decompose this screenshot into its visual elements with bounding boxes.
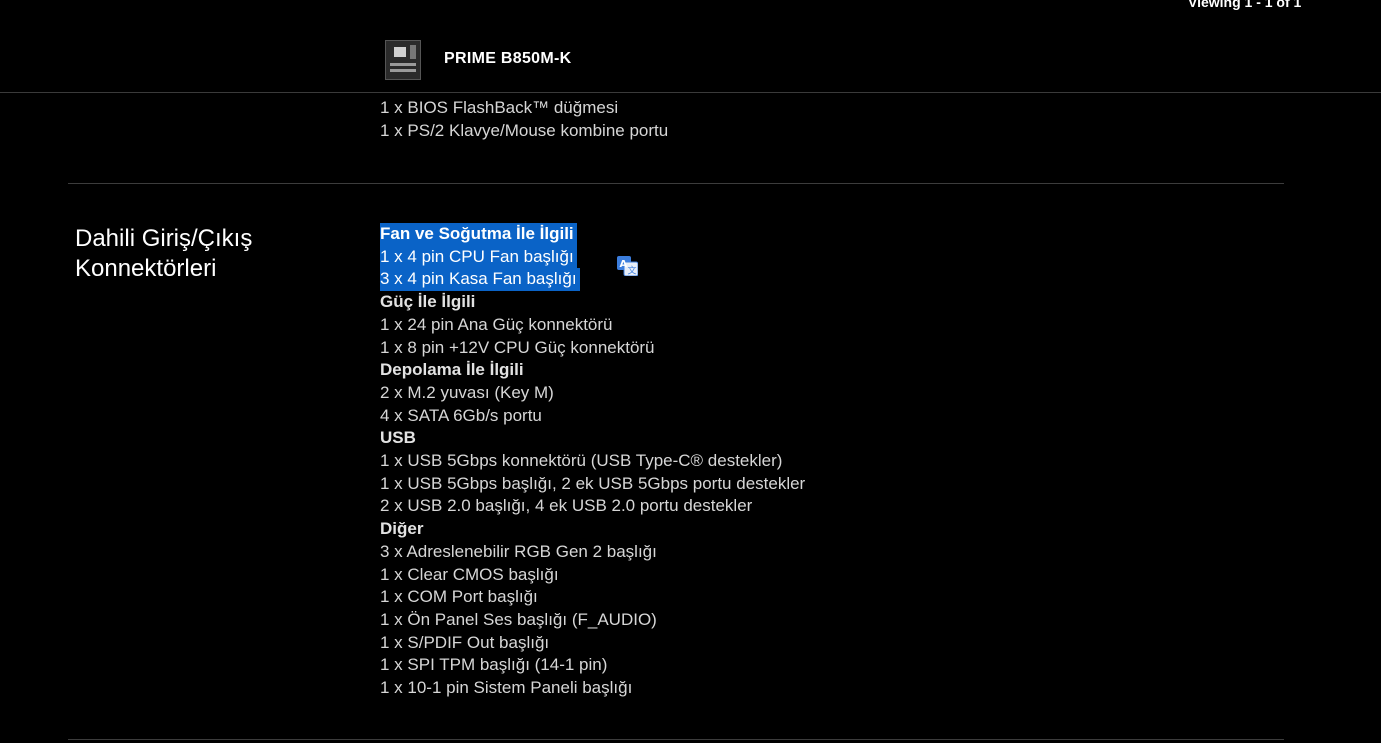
spec-item: 3 x Adreslenebilir RGB Gen 2 başlığı <box>380 541 805 564</box>
spec-item-text: 1 x Clear CMOS başlığı <box>380 564 559 584</box>
list-item: 1 x PS/2 Klavye/Mouse kombine portu <box>380 120 669 140</box>
translate-icon[interactable]: A 文 <box>617 256 639 277</box>
spec-item-text: 2 x M.2 yuvası (Key M) <box>380 382 554 402</box>
spec-item: 1 x SPI TPM başlığı (14-1 pin) <box>380 654 805 677</box>
spec-item-text: 1 x USB 5Gbps başlığı, 2 ek USB 5Gbps po… <box>380 473 806 493</box>
spec-item-text: 1 x USB 5Gbps konnektörü (USB Type-C® de… <box>380 451 783 471</box>
spec-item-text: 1 x COM Port başlığı <box>380 587 538 607</box>
spec-item: 1 x 10-1 pin Sistem Paneli başlığı <box>380 677 805 700</box>
spec-item-text: 1 x Ön Panel Ses başlığı (F_AUDIO) <box>380 609 657 629</box>
spec-item-text: 1 x 24 pin Ana Güç konnektörü <box>380 314 613 334</box>
spec-item-text: 4 x SATA 6Gb/s portu <box>380 405 542 425</box>
section-title-line-1: Dahili Giriş/Çıkış <box>75 225 253 252</box>
list-item: 1 x BIOS FlashBack™ düğmesi <box>380 98 619 117</box>
section-divider <box>68 183 1284 184</box>
spec-item: 1 x Ön Panel Ses başlığı (F_AUDIO) <box>380 609 805 632</box>
spec-item: 1 x USB 5Gbps konnektörü (USB Type-C® de… <box>380 450 805 473</box>
spec-group-heading-text: Diğer <box>380 519 424 539</box>
spec-group-heading: Fan ve Soğutma İle İlgili <box>380 223 805 246</box>
spec-item: 1 x 8 pin +12V CPU Güç konnektörü <box>380 337 805 360</box>
spec-item-text: 1 x 4 pin CPU Fan başlığı <box>380 245 577 269</box>
spec-item-text: 1 x SPI TPM başlığı (14-1 pin) <box>380 655 608 675</box>
section-title-line-2: Konnektörleri <box>75 255 217 282</box>
motherboard-thumbnail[interactable] <box>385 40 421 80</box>
spec-item-text: 1 x S/PDIF Out başlığı <box>380 632 550 652</box>
svg-text:文: 文 <box>628 265 637 277</box>
sticky-product-header: Viewing 1 - 1 of 1 PRIME B850M-K <box>0 0 1381 93</box>
section-divider-bottom <box>68 739 1284 740</box>
viewing-count: Viewing 1 - 1 of 1 <box>1188 0 1302 10</box>
spec-list: Fan ve Soğutma İle İlgili 1 x 4 pin CPU F… <box>380 223 805 700</box>
spec-group-heading-text: Güç İle İlgili <box>380 292 476 312</box>
spec-item: 1 x Clear CMOS başlığı <box>380 564 805 587</box>
spec-item: 2 x M.2 yuvası (Key M) <box>380 382 805 405</box>
spec-item-text: 1 x 10-1 pin Sistem Paneli başlığı <box>380 678 633 698</box>
previous-section-list: 1 x BIOS FlashBack™ düğmesi 1 x PS/2 Kla… <box>380 97 668 142</box>
spec-group-heading: USB <box>380 427 805 450</box>
spec-group-heading: Diğer <box>380 518 805 541</box>
spec-group-heading-text: Depolama İle İlgili <box>380 360 524 380</box>
spec-group-heading-text: Fan ve Soğutma İle İlgili <box>380 223 577 246</box>
spec-item: 1 x COM Port başlığı <box>380 586 805 609</box>
spec-group-heading-text: USB <box>380 428 416 448</box>
section-title: Dahili Giriş/Çıkış Konnektörleri <box>75 224 335 284</box>
spec-item: 1 x 4 pin CPU Fan başlığı <box>380 245 805 269</box>
spec-item: 2 x USB 2.0 başlığı, 4 ek USB 2.0 portu … <box>380 495 805 518</box>
spec-group-heading: Güç İle İlgili <box>380 291 805 314</box>
spec-item-text: 3 x 4 pin Kasa Fan başlığı <box>380 268 580 292</box>
spec-item: 3 x 4 pin Kasa Fan başlığı <box>380 268 805 292</box>
spec-item: 1 x 24 pin Ana Güç konnektörü <box>380 314 805 337</box>
spec-item: 1 x S/PDIF Out başlığı <box>380 632 805 655</box>
page: 1 x BIOS FlashBack™ düğmesi 1 x PS/2 Kla… <box>0 0 1381 743</box>
spec-item: 4 x SATA 6Gb/s portu <box>380 405 805 428</box>
spec-item-text: 3 x Adreslenebilir RGB Gen 2 başlığı <box>380 541 657 561</box>
spec-item-text: 2 x USB 2.0 başlığı, 4 ek USB 2.0 portu … <box>380 496 753 516</box>
product-name[interactable]: PRIME B850M-K <box>444 50 571 68</box>
svg-text:A: A <box>620 259 628 270</box>
spec-item-text: 1 x 8 pin +12V CPU Güç konnektörü <box>380 337 655 357</box>
spec-item: 1 x USB 5Gbps başlığı, 2 ek USB 5Gbps po… <box>380 473 805 496</box>
spec-group-heading: Depolama İle İlgili <box>380 359 805 382</box>
